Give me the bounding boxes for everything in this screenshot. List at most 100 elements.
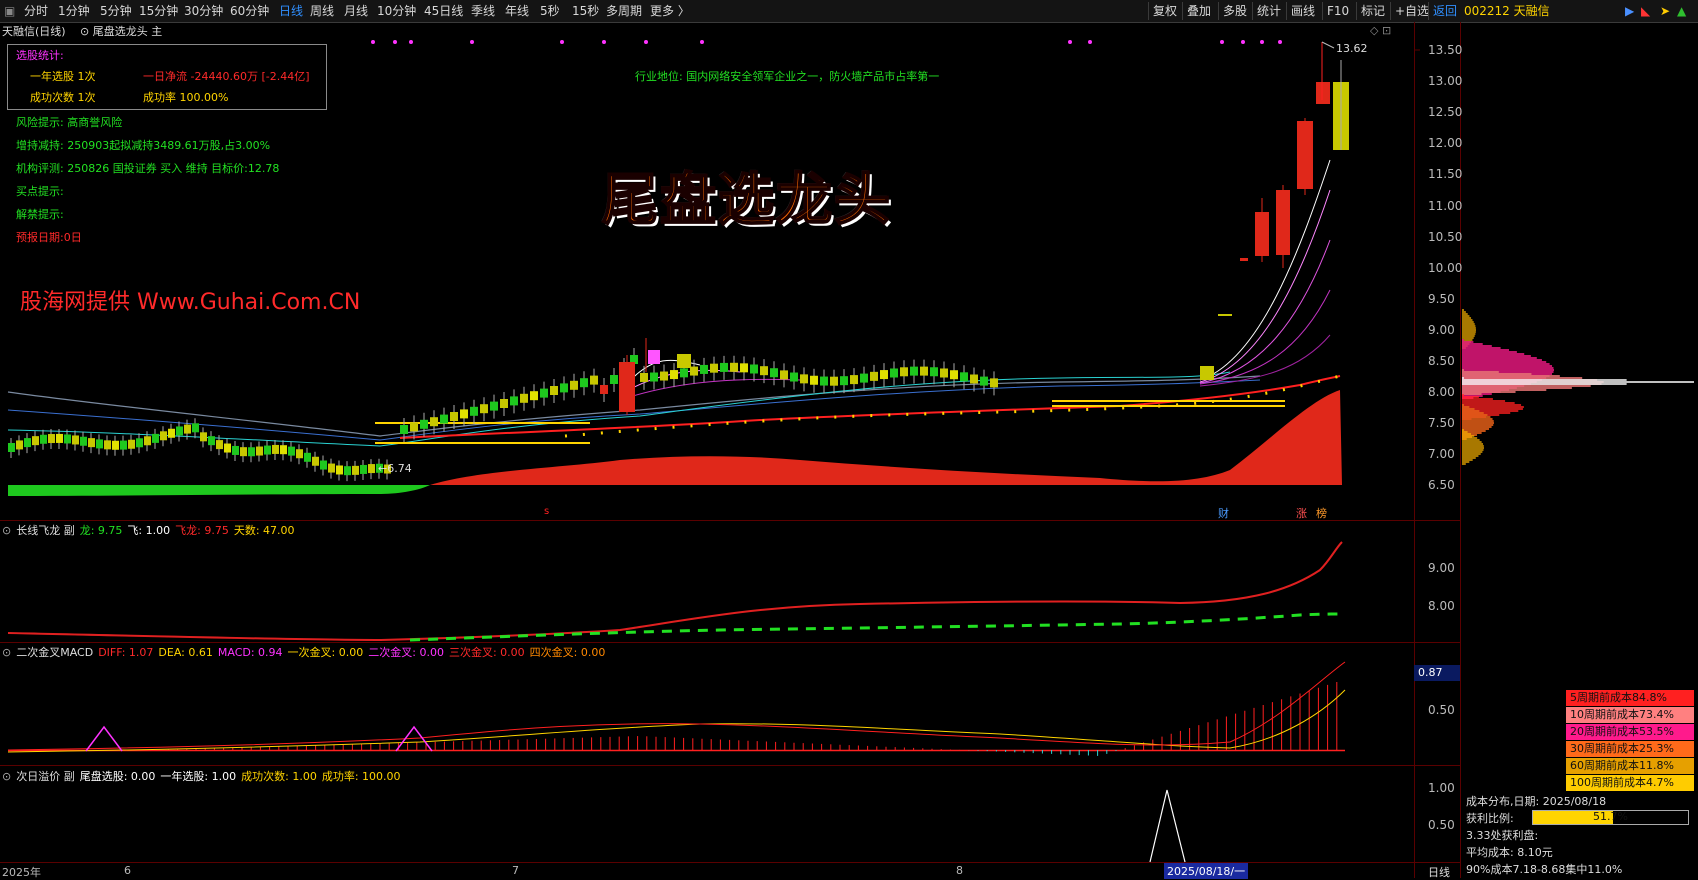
panel3-value: 三次金叉: 0.00 — [448, 646, 525, 659]
candle — [144, 436, 151, 446]
candle — [580, 378, 588, 388]
signal-dot — [1068, 40, 1072, 44]
panel2-header: ⊙ 长线飞龙 副龙: 9.75 飞: 1.00 飞龙: 9.75 天数: 47.00 — [2, 522, 305, 538]
event-marker-s[interactable]: s — [544, 506, 549, 517]
candle — [540, 388, 548, 398]
signal-dot — [409, 40, 413, 44]
candle — [677, 354, 691, 368]
panel3-ytick: 0.50 — [1428, 703, 1455, 717]
candle — [410, 422, 418, 432]
candle — [168, 428, 175, 438]
marker-rank[interactable]: 榜 — [1316, 505, 1327, 521]
candle — [224, 443, 231, 453]
candle — [240, 447, 247, 457]
main-ytick: 11.50 — [1428, 167, 1463, 182]
candle — [530, 391, 538, 401]
panel-controls-icon[interactable]: ◇ ⊡ — [1370, 24, 1391, 37]
candle — [570, 380, 578, 390]
main-ytick: 13.00 — [1428, 74, 1463, 89]
candle — [470, 406, 478, 416]
panel2-name: 长线飞龙 副 — [16, 524, 75, 537]
chart-title: 天融信(日线) — [2, 25, 66, 38]
panel3-value: 二次金叉: 0.00 — [368, 646, 444, 659]
candle — [304, 452, 311, 462]
candle — [810, 375, 818, 385]
candle — [790, 372, 798, 382]
candle — [192, 423, 199, 433]
candle — [96, 439, 103, 449]
candle — [660, 371, 668, 381]
candle — [400, 425, 408, 434]
note-line: 解禁提示: — [16, 208, 64, 221]
candle — [200, 432, 207, 442]
panel4-value: 尾盘选股: 0.00 — [79, 770, 156, 783]
candle — [312, 456, 319, 466]
candle — [248, 447, 255, 457]
avg-cost: 平均成本: 8.10元 — [1466, 846, 1553, 859]
signal-dot — [602, 40, 606, 44]
candle — [1316, 82, 1330, 104]
panel2-value: 龙: 9.75 — [79, 524, 123, 537]
signal-dot — [700, 40, 704, 44]
xaxis-month: 8 — [956, 864, 963, 877]
candle — [710, 363, 718, 373]
signal-dot — [1260, 40, 1264, 44]
candle — [24, 438, 31, 448]
panel-collapse-icon[interactable]: ⊙ — [2, 524, 11, 537]
panel2-value: 天数: 47.00 — [233, 524, 295, 537]
panel4-value: 一年选股: 1.00 — [160, 770, 237, 783]
candle — [650, 372, 658, 382]
stats-header: 选股统计: — [16, 49, 64, 62]
candle — [600, 385, 608, 394]
candle — [560, 383, 568, 393]
candle — [136, 438, 143, 448]
candle — [850, 375, 858, 385]
candle — [336, 465, 343, 475]
candle — [272, 444, 279, 454]
candle — [344, 466, 351, 476]
candle — [56, 433, 63, 443]
candle — [720, 362, 728, 372]
main-ytick: 13.50 — [1428, 43, 1463, 57]
main-ytick: 12.00 — [1428, 136, 1463, 151]
marker-finance[interactable]: 财 — [1218, 505, 1229, 521]
signal-dot — [371, 40, 375, 44]
concentration: 90%成本7.18-8.68集中11.0% — [1466, 863, 1623, 876]
candle — [80, 436, 87, 446]
candle — [760, 366, 768, 376]
panel4-ytick: 1.00 — [1428, 781, 1455, 795]
panel-collapse-icon[interactable]: ⊙ — [2, 770, 11, 783]
cost-period-row: 10周期前成本73.4% — [1566, 707, 1694, 723]
candle — [960, 372, 968, 382]
note-line: 风险提示: 高商誉风险 — [16, 116, 123, 129]
marker-rise[interactable]: 涨 — [1296, 505, 1307, 521]
candle — [208, 436, 215, 446]
panel3-value: MACD: 0.94 — [217, 646, 283, 659]
candle — [32, 436, 39, 446]
candle — [800, 374, 808, 384]
candle — [740, 363, 748, 373]
indicator-selector[interactable]: ⊙ 尾盘选龙头 主 — [80, 23, 162, 39]
candle — [640, 372, 648, 382]
stats-success-count: 成功次数 1次 — [30, 91, 96, 104]
candle — [480, 404, 488, 414]
candle — [288, 446, 295, 456]
candle — [690, 366, 698, 376]
main-ytick: 9.00 — [1428, 322, 1455, 337]
signal-dot — [1278, 40, 1282, 44]
main-ytick: 6.50 — [1428, 478, 1455, 493]
candle — [830, 376, 838, 386]
candle — [8, 443, 15, 452]
candle — [490, 401, 498, 411]
main-ytick: 8.00 — [1428, 385, 1455, 400]
stats-box: 选股统计: 一年选股 1次 一日净流 -24440.60万 [-2.44亿] 成… — [7, 44, 327, 110]
panel4-value: 成功次数: 1.00 — [241, 770, 317, 783]
panel-collapse-icon[interactable]: ⊙ — [2, 646, 11, 659]
main-ytick: 9.50 — [1428, 291, 1455, 306]
main-ytick: 7.00 — [1428, 447, 1455, 462]
candle — [256, 446, 263, 456]
profit-ratio-label: 获利比例: — [1466, 812, 1514, 825]
signal-dot — [1241, 40, 1245, 44]
candle — [510, 396, 518, 406]
candle — [990, 378, 998, 388]
